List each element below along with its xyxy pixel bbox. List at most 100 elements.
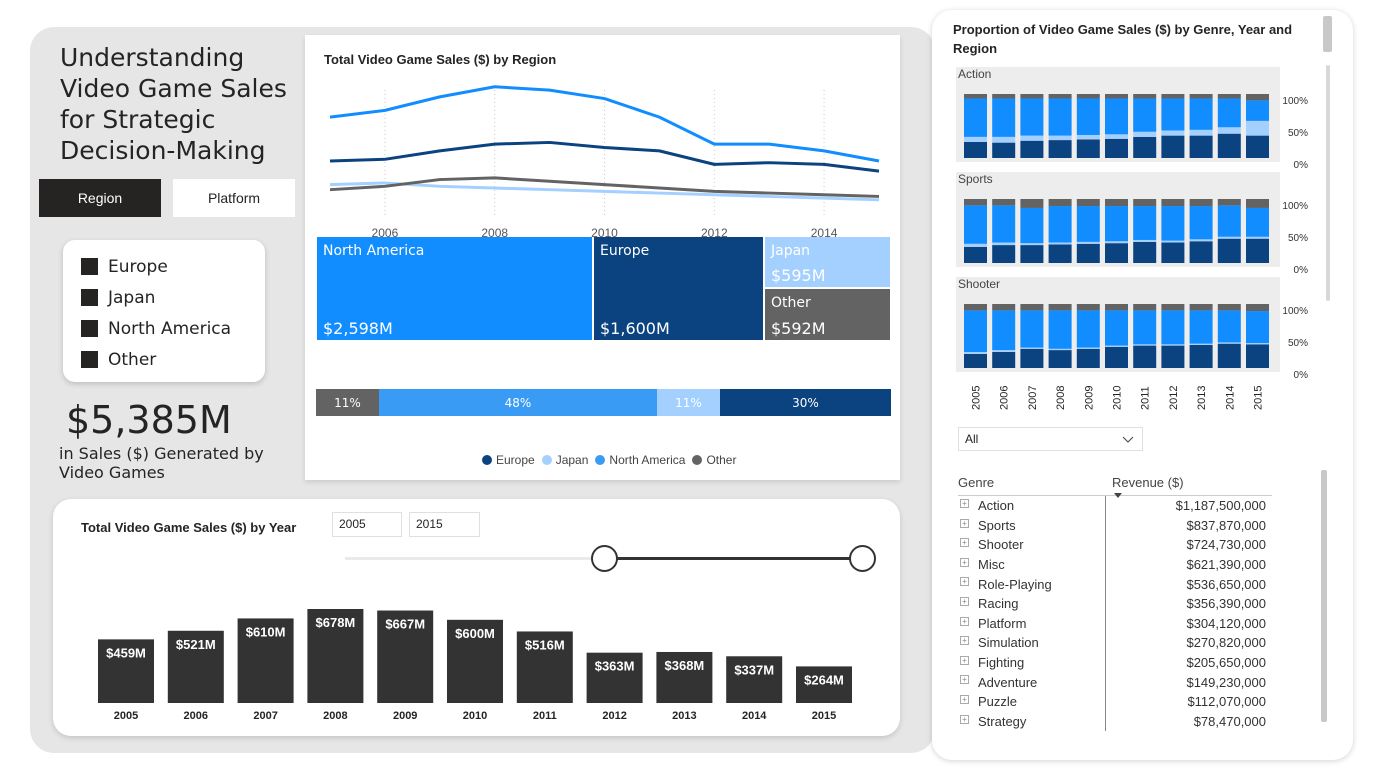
stack-segment-europe[interactable] [1246, 344, 1269, 368]
stack-segment-japan[interactable] [1246, 120, 1269, 136]
stack-segment-europe[interactable] [1105, 138, 1128, 158]
stack-segment-other[interactable] [1133, 199, 1157, 207]
expand-icon[interactable]: + [960, 714, 969, 724]
stack-segment-north-america[interactable] [1076, 98, 1100, 135]
legend-item-other[interactable]: Other [81, 344, 247, 375]
legend-item-north-america[interactable]: North America [81, 313, 247, 344]
table-row[interactable]: + Shooter $724,730,000 [958, 535, 1272, 555]
treemap-other[interactable]: Other $592M [765, 289, 890, 340]
stack-segment-japan[interactable] [1048, 242, 1072, 245]
table-row[interactable]: + Action $1,187,500,000 [958, 496, 1272, 516]
stack-segment-other[interactable] [1217, 199, 1241, 206]
stack-segment-europe[interactable] [992, 352, 1016, 368]
stack-segment-north-america[interactable] [1217, 310, 1241, 343]
stack-segment-europe[interactable] [1217, 133, 1241, 158]
table-row[interactable]: + Strategy $78,470,000 [958, 711, 1272, 732]
stack-segment-other[interactable] [1105, 304, 1128, 311]
stack-segment-other[interactable] [1133, 94, 1157, 99]
table-scrollbar[interactable] [1321, 470, 1327, 722]
stack-segment-north-america[interactable] [1189, 310, 1213, 344]
stack-segment-other[interactable] [992, 199, 1016, 206]
stack-segment-north-america[interactable] [1133, 310, 1157, 345]
stack-segment-north-america[interactable] [1105, 98, 1128, 135]
stack-segment-europe[interactable] [1189, 135, 1213, 158]
genre-proportion-chart[interactable]: 2005 2006 2007 2008 2009 2010 2011 2012 2013 2014… [932, 10, 1332, 420]
stack-segment-europe[interactable] [1076, 243, 1100, 263]
stack-segment-other[interactable] [1076, 199, 1100, 207]
stack-segment-europe[interactable] [1076, 139, 1100, 158]
stack-segment-north-america[interactable] [1105, 310, 1128, 346]
stack-segment-other[interactable] [992, 94, 1016, 99]
table-row[interactable]: + Misc $621,390,000 [958, 554, 1272, 575]
stack-segment-north-america[interactable] [1246, 207, 1269, 237]
stack-segment-japan[interactable] [1020, 347, 1044, 349]
stack-segment-japan[interactable] [1189, 239, 1213, 242]
stack-segment-europe[interactable] [1133, 345, 1157, 368]
stack-segment-north-america[interactable] [1217, 98, 1241, 128]
stack-segment-europe[interactable] [1189, 241, 1213, 263]
stack-segment-other[interactable] [1105, 94, 1128, 99]
expand-icon[interactable]: + [960, 636, 969, 646]
share-segment-europe[interactable]: 30% [720, 389, 891, 416]
table-row[interactable]: + Platform $304,120,000 [958, 613, 1272, 634]
stack-segment-north-america[interactable] [1246, 311, 1269, 344]
region-line-chart[interactable]: 2006 2008 2010 2012 2014 [305, 75, 900, 250]
column-header-genre[interactable]: Genre [958, 475, 1112, 490]
stack-segment-japan[interactable] [1217, 127, 1241, 134]
stack-segment-japan[interactable] [1133, 344, 1157, 346]
expand-icon[interactable]: + [960, 577, 969, 587]
stack-segment-europe[interactable] [1076, 348, 1100, 368]
stack-segment-north-america[interactable] [1133, 206, 1157, 240]
stack-segment-north-america[interactable] [992, 310, 1016, 351]
expand-icon[interactable]: + [960, 518, 969, 528]
stack-segment-japan[interactable] [1217, 236, 1241, 239]
stack-segment-north-america[interactable] [1076, 310, 1100, 348]
stack-segment-japan[interactable] [1246, 343, 1269, 345]
stack-segment-europe[interactable] [964, 247, 987, 263]
legend-item-europe[interactable]: Europe [81, 251, 247, 282]
stack-segment-north-america[interactable] [992, 205, 1016, 243]
legend-item-japan[interactable]: Japan [81, 282, 247, 313]
stack-segment-europe[interactable] [1048, 140, 1072, 158]
stack-segment-japan[interactable] [1133, 131, 1157, 137]
stack-segment-north-america[interactable] [1161, 310, 1185, 345]
stack-segment-japan[interactable] [1076, 134, 1100, 140]
stack-segment-europe[interactable] [1133, 241, 1157, 263]
stack-segment-japan[interactable] [1189, 129, 1213, 136]
stack-segment-north-america[interactable] [1189, 206, 1213, 240]
year-bar-chart[interactable]: $459M 2005 $521M 2006 $610M 2007 $678M 2008 $667… [53, 499, 900, 736]
stack-segment-japan[interactable] [1048, 348, 1072, 351]
column-header-revenue[interactable]: Revenue ($) [1112, 475, 1272, 498]
expand-icon[interactable]: + [960, 499, 969, 508]
series-line-north-america[interactable] [329, 85, 880, 163]
stack-segment-other[interactable] [1189, 199, 1213, 207]
treemap-europe[interactable]: Europe $1,600M [594, 237, 763, 340]
stack-segment-other[interactable] [1133, 304, 1157, 311]
stack-segment-other[interactable] [1161, 94, 1185, 99]
platform-toggle-button[interactable]: Platform [173, 179, 295, 217]
stack-segment-japan[interactable] [1105, 241, 1128, 244]
stack-segment-north-america[interactable] [1246, 100, 1269, 121]
expand-icon[interactable]: + [960, 616, 969, 626]
stack-segment-north-america[interactable] [1105, 206, 1128, 242]
stack-segment-other[interactable] [1246, 199, 1269, 208]
stack-segment-europe[interactable] [1246, 238, 1269, 263]
stack-segment-other[interactable] [1246, 94, 1269, 101]
stack-segment-other[interactable] [1048, 94, 1072, 99]
stack-segment-europe[interactable] [1161, 135, 1185, 158]
stack-segment-other[interactable] [1048, 304, 1072, 311]
stack-segment-japan[interactable] [1161, 240, 1185, 243]
stack-segment-japan[interactable] [1076, 241, 1100, 244]
stack-segment-europe[interactable] [1105, 346, 1128, 368]
stack-segment-north-america[interactable] [1161, 206, 1185, 241]
stack-segment-japan[interactable] [964, 243, 987, 247]
stack-segment-europe[interactable] [1189, 344, 1213, 368]
stack-segment-japan[interactable] [1133, 239, 1157, 242]
table-row[interactable]: + Fighting $205,650,000 [958, 652, 1272, 673]
expand-icon[interactable]: + [960, 655, 969, 665]
stack-segment-north-america[interactable] [964, 310, 987, 352]
stack-segment-other[interactable] [1189, 304, 1213, 311]
expand-icon[interactable]: + [960, 675, 969, 685]
expand-icon[interactable]: + [960, 596, 969, 606]
stack-segment-japan[interactable] [1020, 243, 1044, 246]
